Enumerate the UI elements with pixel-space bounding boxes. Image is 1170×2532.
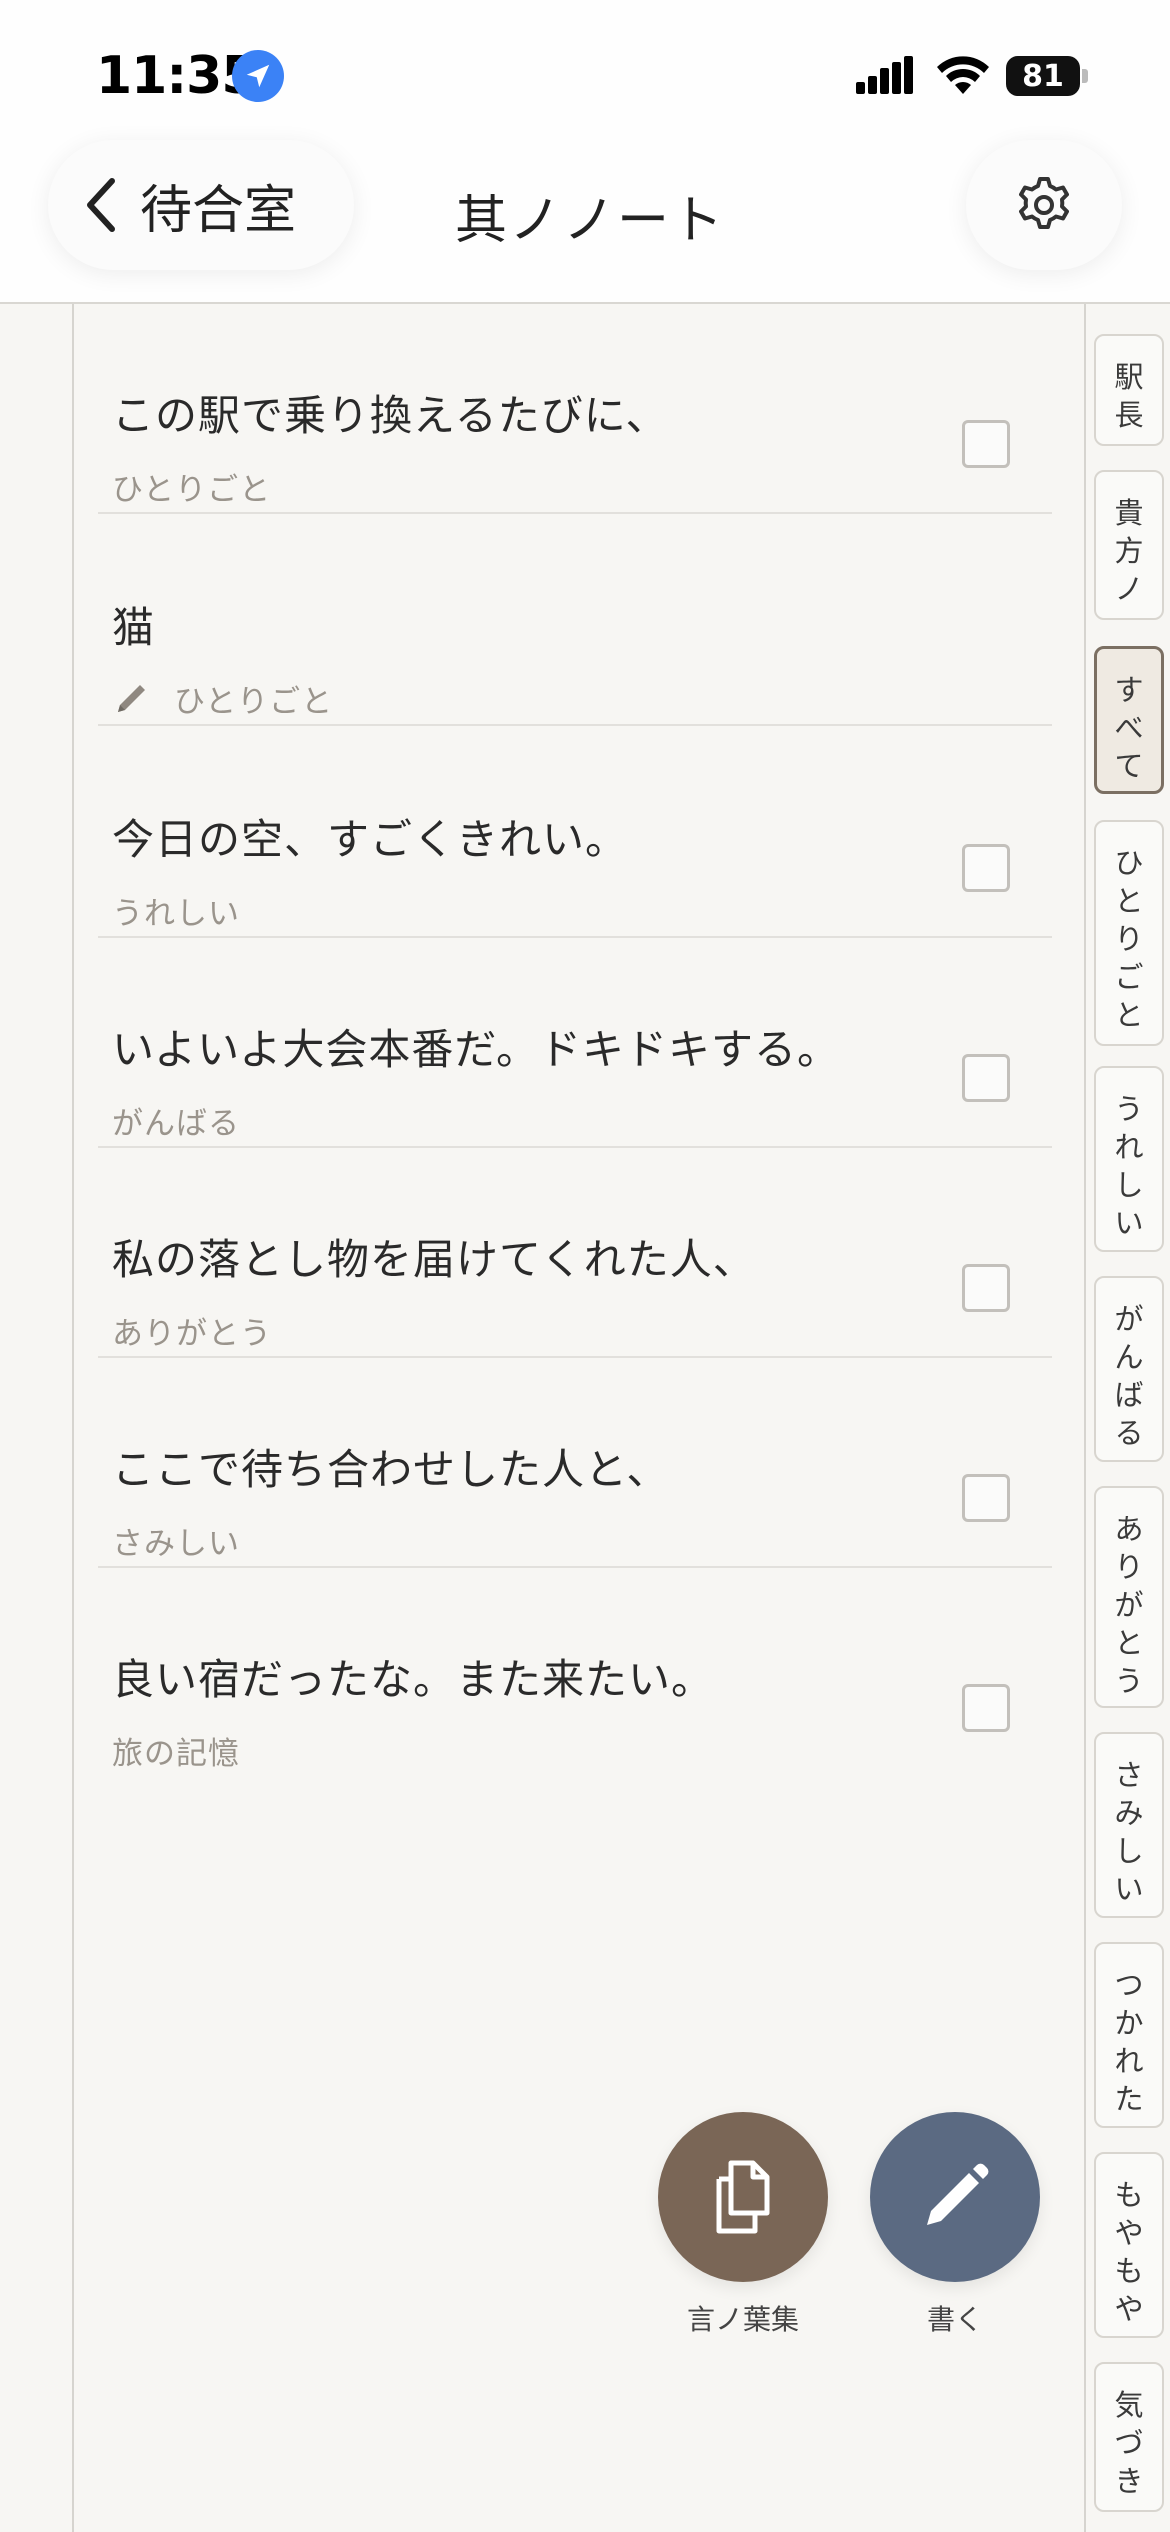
note-text: いよいよ大会本番だ。ドキドキする。 xyxy=(112,1025,841,1074)
settings-button[interactable] xyxy=(966,140,1122,270)
note-text: 猫 xyxy=(112,603,156,652)
side-tab-label: ありがとう xyxy=(1114,1512,1144,1698)
note-checkbox[interactable] xyxy=(962,420,1010,468)
collection-button-label: 言ノ葉集 xyxy=(686,2303,799,2336)
side-tab-label: 貴方ノ xyxy=(1114,496,1144,606)
note-tag: がんばる xyxy=(112,1106,240,1142)
pencil-icon xyxy=(118,685,145,712)
side-tab-effort[interactable]: がんばる xyxy=(1094,1276,1164,1462)
note-item[interactable]: この駅で乗り換えるたびに、 ひとりごと xyxy=(98,304,1052,514)
note-text: ここで待ち合わせした人と、 xyxy=(112,1445,670,1494)
note-checkbox[interactable] xyxy=(962,844,1010,892)
note-tag: ひとりごと xyxy=(112,472,272,508)
page-title: 其ノノート xyxy=(455,191,726,251)
gear-icon xyxy=(1019,177,1069,229)
side-tab-thanks[interactable]: ありがとう xyxy=(1094,1486,1164,1708)
note-checkbox[interactable] xyxy=(962,1684,1010,1732)
battery-level: 81 xyxy=(1006,56,1080,96)
note-tag: 旅の記憶 xyxy=(112,1736,240,1772)
note-item[interactable]: 私の落とし物を届けてくれた人、 ありがとう xyxy=(98,1148,1052,1358)
side-tab-label: つかれた xyxy=(1114,1968,1144,2116)
side-tab-all[interactable]: すべて xyxy=(1094,646,1164,794)
note-text: 今日の空、すごくきれい。 xyxy=(112,815,629,864)
side-tab-monologue[interactable]: ひとりごと xyxy=(1094,820,1164,1046)
copy-pages-icon xyxy=(716,2160,770,2234)
note-tag: さみしい xyxy=(112,1526,240,1562)
side-tab-label: がんばる xyxy=(1114,1302,1144,1450)
note-item[interactable]: 良い宿だったな。また来たい。 旅の記憶 xyxy=(98,1568,1052,1778)
note-checkbox[interactable] xyxy=(962,1264,1010,1312)
note-text: この駅で乗り換えるたびに、 xyxy=(112,391,669,440)
cellular-signal-icon xyxy=(856,56,913,94)
side-tab-label: すべて xyxy=(1114,673,1144,783)
note-text: 良い宿だったな。また来たい。 xyxy=(112,1655,715,1704)
location-arrow-icon xyxy=(232,50,284,102)
write-button[interactable] xyxy=(870,2112,1040,2282)
side-tab-stationmaster[interactable]: 駅長 xyxy=(1094,334,1164,446)
side-tab-label: もやもや xyxy=(1114,2178,1144,2326)
note-item[interactable]: いよいよ大会本番だ。ドキドキする。 がんばる xyxy=(98,938,1052,1148)
note-tag: ひとりごと xyxy=(174,684,334,720)
note-tag: ありがとう xyxy=(112,1316,272,1352)
back-button[interactable]: 待合室 xyxy=(48,140,354,270)
side-tab-yours[interactable]: 貴方ノ xyxy=(1094,470,1164,620)
side-tab-label: 気づき xyxy=(1114,2388,1144,2498)
side-tab-label: 駅長 xyxy=(1114,360,1144,432)
side-tab-notice[interactable]: 気づき xyxy=(1094,2362,1164,2512)
note-item-editing[interactable]: 猫 ひとりごと xyxy=(98,516,1052,726)
write-button-label: 書く xyxy=(926,2303,983,2336)
note-item[interactable]: ここで待ち合わせした人と、 さみしい xyxy=(98,1358,1052,1568)
nav-header: 待合室 其ノノート xyxy=(0,140,1170,304)
side-tab-label: ひとりごと xyxy=(1114,846,1144,1032)
note-text: 私の落とし物を届けてくれた人、 xyxy=(112,1235,756,1284)
side-tab-label: さみしい xyxy=(1114,1758,1144,1906)
note-checkbox[interactable] xyxy=(962,1474,1010,1522)
side-tab-tired[interactable]: つかれた xyxy=(1094,1942,1164,2128)
collection-button[interactable] xyxy=(658,2112,828,2282)
status-bar: 11:35 81 xyxy=(0,0,1170,150)
side-tab-happy[interactable]: うれしい xyxy=(1094,1066,1164,1252)
side-tab-moyamoya[interactable]: もやもや xyxy=(1094,2152,1164,2338)
pencil-icon xyxy=(927,2163,989,2225)
back-button-label: 待合室 xyxy=(140,180,297,241)
side-tab-label: うれしい xyxy=(1114,1092,1144,1240)
chevron-left-icon xyxy=(87,178,115,232)
side-tab-lonely[interactable]: さみしい xyxy=(1094,1732,1164,1918)
note-item[interactable]: 今日の空、すごくきれい。 うれしい xyxy=(98,728,1052,938)
wifi-icon xyxy=(937,56,989,94)
note-tag: うれしい xyxy=(112,896,240,932)
battery-icon: 81 xyxy=(1006,56,1088,96)
note-checkbox[interactable] xyxy=(962,1054,1010,1102)
